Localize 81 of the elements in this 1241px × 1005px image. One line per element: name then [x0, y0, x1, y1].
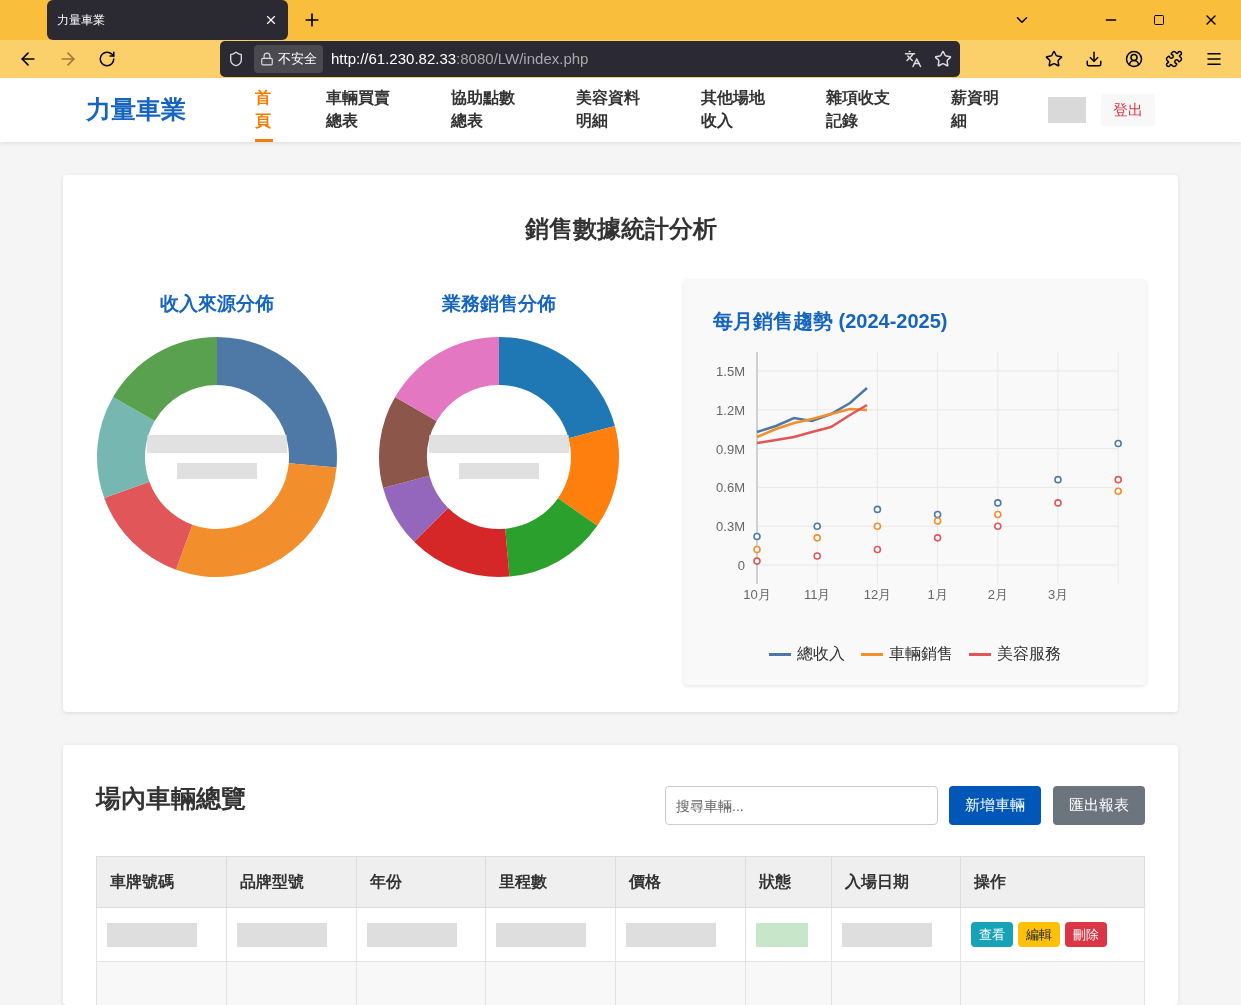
data-point: [1054, 475, 1062, 484]
redacted-block: [756, 922, 809, 947]
data-point: [1054, 499, 1062, 507]
extensions-icon[interactable]: [1165, 50, 1183, 69]
data-point: [873, 505, 882, 514]
data-point: [753, 557, 761, 565]
column-header: 年份: [356, 856, 486, 908]
edit-button[interactable]: 編輯: [1018, 922, 1061, 947]
data-point: [994, 522, 1002, 530]
brand-logo[interactable]: 力量車業: [86, 91, 186, 129]
nav-link[interactable]: 美容資料明細: [576, 78, 648, 142]
axis-label: 12月: [863, 587, 892, 602]
data-point: [1114, 487, 1122, 496]
axis-label: 0.6M: [716, 480, 745, 496]
nav-link[interactable]: 協助點數總表: [451, 78, 523, 142]
axis-label: 3月: [1047, 587, 1069, 602]
nav-link[interactable]: 雜項收支記錄: [826, 78, 898, 142]
axis-label: 0: [737, 558, 745, 573]
column-header: 狀態: [745, 856, 831, 908]
security-badge[interactable]: 不安全: [254, 45, 323, 74]
star-icon[interactable]: [934, 50, 952, 69]
axis-label: 2月: [987, 587, 1008, 602]
axis-label: 10月: [743, 587, 771, 602]
legend-label: 美容服務: [997, 644, 1061, 664]
browser-tab[interactable]: 力量車業: [47, 0, 288, 41]
legend-label: 車輛銷售: [889, 644, 953, 664]
data-point: [933, 534, 942, 542]
security-label: 不安全: [278, 50, 317, 69]
search-field[interactable]: 搜尋車輛...: [665, 786, 938, 825]
nav-link[interactable]: 車輛買賣總表: [326, 78, 398, 142]
chart-title: 每月銷售趨勢 (2024-2025): [713, 309, 948, 334]
chart-title: 業務銷售分佈: [442, 292, 556, 316]
nav-link[interactable]: 其他場地收入: [701, 78, 773, 142]
data-point: [1114, 475, 1122, 484]
column-header: 里程數: [486, 856, 616, 908]
legend-label: 總收入: [797, 644, 845, 664]
section-title: 銷售數據統計分析: [524, 214, 717, 244]
section-title: 場內車輛總覽: [96, 783, 246, 814]
legend-line-icon: [769, 652, 791, 656]
maximize-icon[interactable]: [1153, 14, 1165, 27]
url-text: http://61.230.82.33:8080/LW/index.php: [331, 49, 589, 69]
axis-label: 0.9M: [716, 441, 745, 457]
axis-label: 1.2M: [716, 402, 745, 418]
data-point: [873, 522, 882, 530]
export-button[interactable]: 匯出報表: [1053, 786, 1145, 825]
data-point: [873, 545, 882, 554]
chart-title: 收入來源分佈: [160, 292, 274, 316]
add-vehicle-button[interactable]: 新增車輛: [949, 786, 1041, 825]
data-point: [1114, 439, 1122, 448]
data-point: [813, 552, 821, 560]
data-point: [994, 510, 1002, 519]
axis-label: 1月: [927, 587, 948, 602]
nav-link[interactable]: 薪資明細: [951, 78, 1005, 142]
download-icon[interactable]: [1085, 50, 1103, 69]
legend-line-icon: [969, 652, 991, 656]
address-bar[interactable]: 不安全 http://61.230.82.33:8080/LW/index.php: [220, 41, 960, 78]
column-header: 價格: [615, 856, 746, 908]
data-point: [933, 510, 942, 519]
bookmarks-icon[interactable]: [1045, 50, 1063, 69]
reload-icon[interactable]: [98, 50, 116, 69]
data-point: [753, 545, 761, 554]
logout-button[interactable]: 登出: [1101, 94, 1155, 127]
column-header: 入場日期: [831, 856, 961, 908]
lock-icon: [260, 52, 274, 67]
account-icon[interactable]: [1125, 50, 1143, 69]
column-header: 車牌號碼: [96, 856, 227, 908]
redacted-block: [1048, 97, 1086, 124]
data-point: [753, 532, 761, 541]
legend-line-icon: [861, 652, 883, 656]
axis-label: 1.5M: [716, 364, 745, 379]
axis-label: 0.3M: [716, 519, 745, 535]
axis-label: 11月: [803, 587, 831, 602]
shield-icon: [228, 51, 244, 68]
data-point: [813, 522, 821, 530]
column-header: 品牌型號: [226, 856, 357, 908]
tab-title: 力量車業: [57, 12, 105, 30]
data-point: [813, 534, 821, 542]
data-point: [994, 499, 1002, 507]
translate-icon[interactable]: [904, 50, 922, 69]
delete-button[interactable]: 刪除: [1065, 922, 1108, 947]
column-header: 操作: [960, 856, 1145, 908]
